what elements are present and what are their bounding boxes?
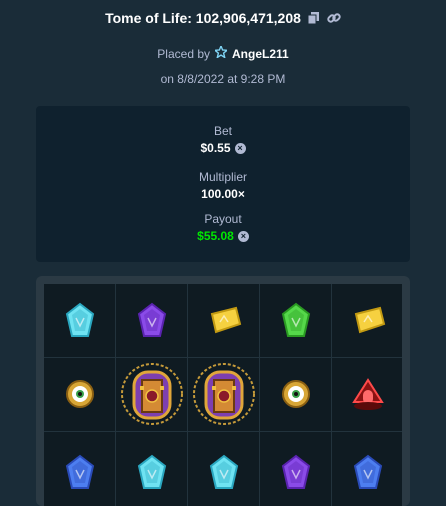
placed-by-label: Placed by	[157, 46, 210, 61]
blue-gem-icon	[60, 452, 100, 492]
copy-icon[interactable]	[307, 11, 321, 25]
multiplier-label: Multiplier	[198, 170, 247, 184]
bet-date: on 8/8/2022 at 9:28 PM	[160, 72, 286, 86]
yellow-gem-icon	[204, 300, 244, 340]
multiplier-value: 100.00×	[201, 187, 245, 201]
payout-label: Payout	[204, 212, 242, 226]
cyan-gem-icon	[204, 452, 244, 492]
reel-divider	[187, 284, 188, 506]
purple-gem-icon	[132, 300, 172, 340]
row-divider	[44, 431, 402, 432]
game-bet-title: Tome of Life: 102,906,471,208	[105, 10, 301, 26]
reel-divider	[115, 284, 116, 506]
cyan-gem-icon	[60, 300, 100, 340]
row-divider	[44, 357, 402, 358]
blue-gem-icon	[348, 452, 388, 492]
red-shrine-icon	[348, 374, 388, 414]
currency-icon: ×	[234, 142, 246, 154]
cyan-gem-icon	[132, 452, 172, 492]
reel-divider	[331, 284, 332, 506]
username-link[interactable]: AngeL211	[232, 47, 289, 61]
bet-stats-panel: Bet $0.55 × Multiplier 100.00× Payout $5…	[36, 106, 410, 262]
bet-value: $0.55	[200, 141, 231, 155]
reel-divider	[259, 284, 260, 506]
slot-board	[36, 276, 410, 506]
payout-value-row: $55.08 ×	[36, 229, 410, 243]
tome-book-icon	[120, 362, 184, 426]
yellow-gem-icon	[348, 300, 388, 340]
multiplier-stat: Multiplier 100.00×	[36, 170, 410, 201]
payout-value: $55.08	[197, 229, 234, 243]
currency-icon: ×	[237, 230, 249, 242]
vip-star-icon	[213, 44, 229, 61]
purple-gem-icon	[276, 452, 316, 492]
placed-by-line: Placed by AngeL211	[0, 44, 446, 61]
link-icon[interactable]	[327, 11, 341, 25]
bet-stat: Bet $0.55 ×	[36, 124, 410, 155]
eye-amulet-icon	[60, 374, 100, 414]
green-gem-icon	[276, 300, 316, 340]
tome-book-icon	[192, 362, 256, 426]
bet-title: Tome of Life: 102,906,471,208	[0, 10, 446, 26]
payout-stat: Payout $55.08 ×	[36, 212, 410, 243]
reel-grid	[44, 284, 402, 506]
eye-amulet-icon	[276, 374, 316, 414]
bet-label: Bet	[213, 124, 232, 138]
bet-value-row: $0.55 ×	[36, 141, 410, 155]
